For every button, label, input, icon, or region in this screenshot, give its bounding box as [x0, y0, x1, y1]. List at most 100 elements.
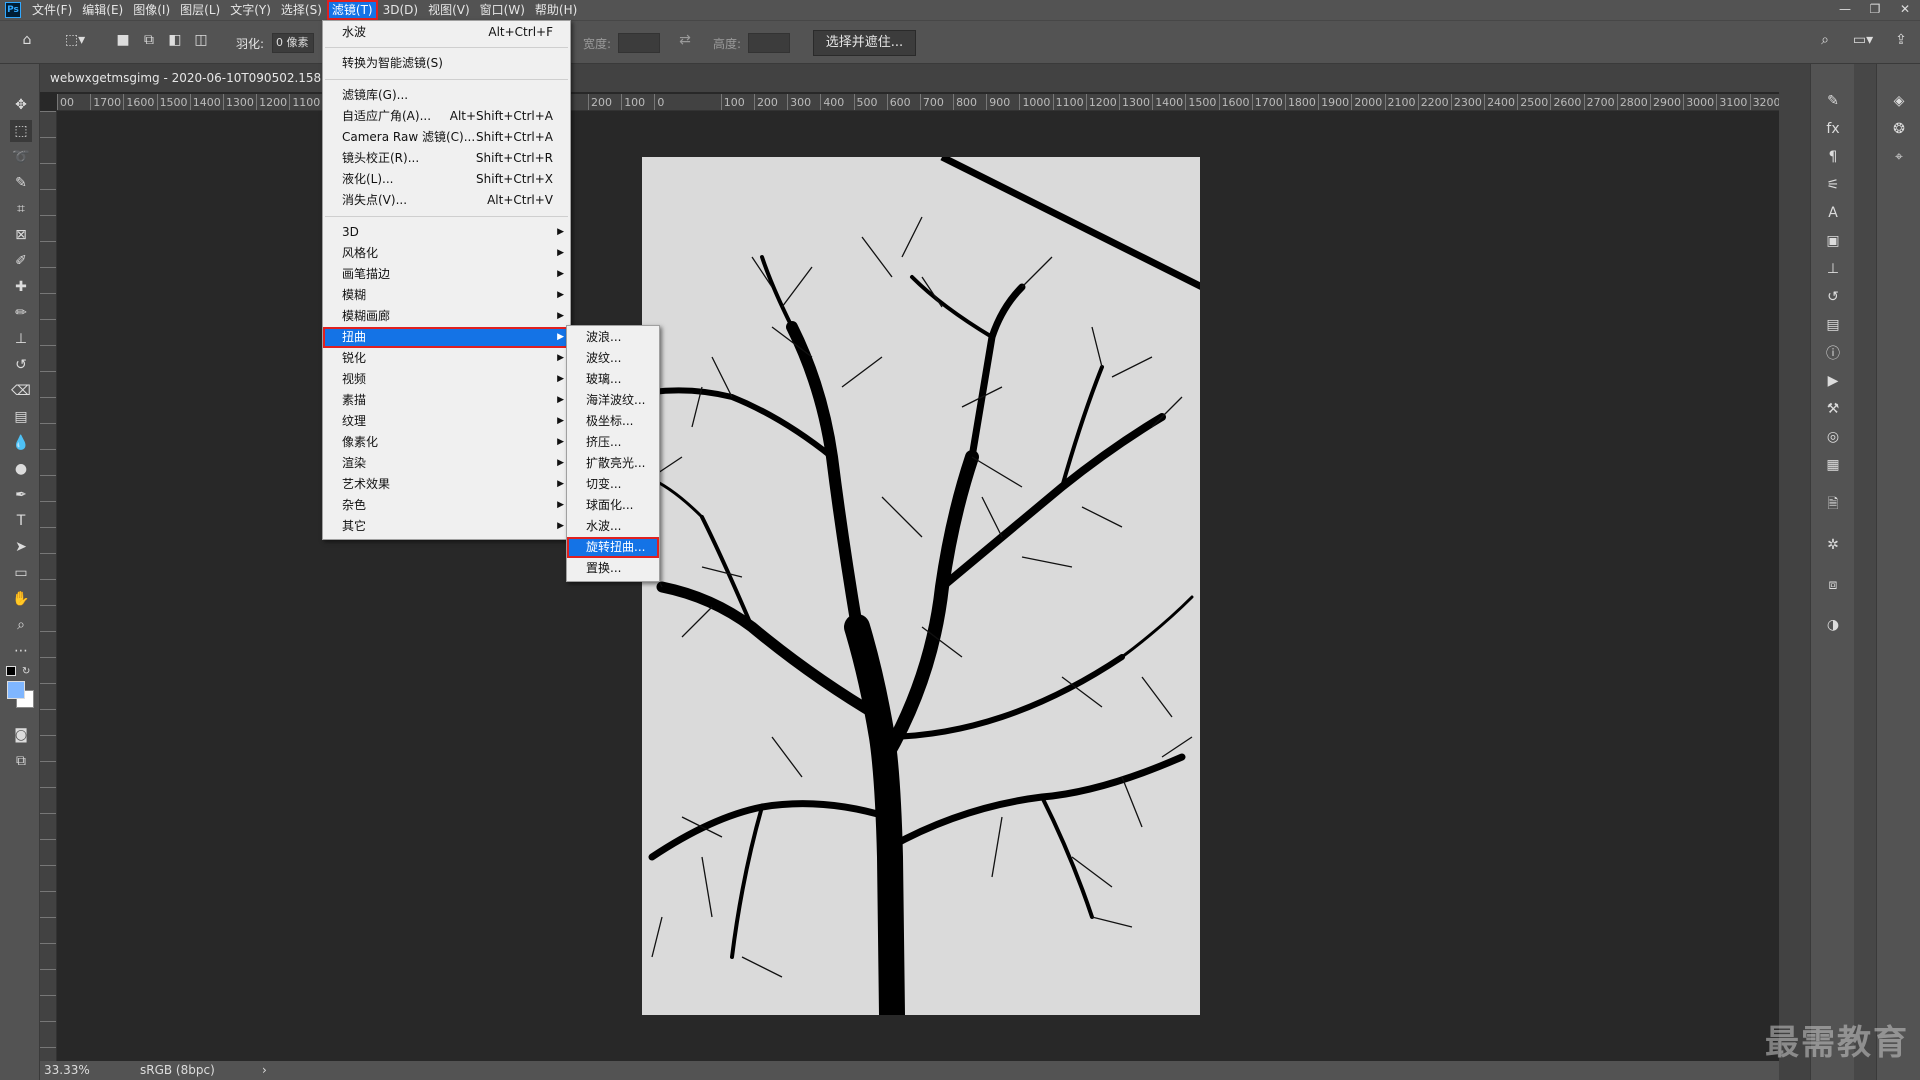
distort-glass[interactable]: 玻璃... [567, 369, 659, 390]
brush-tool-icon[interactable]: ✏ [10, 302, 32, 324]
width-field[interactable] [618, 33, 660, 53]
type-tool-icon[interactable]: T [10, 510, 32, 532]
menu-3d[interactable]: 3D(D) [378, 0, 423, 20]
menu-help[interactable]: 帮助(H) [530, 0, 582, 20]
quick-mask-icon[interactable]: ◙ [10, 724, 32, 746]
blur-tool-icon[interactable]: 💧 [10, 432, 32, 454]
select-and-mask-button[interactable]: 选择并遮住... [813, 30, 916, 56]
zoom-level[interactable]: 33.33% [44, 1061, 90, 1080]
swap-colors-icon[interactable]: ↻ [22, 666, 30, 677]
filter-render[interactable]: 渲染 ▶ [323, 453, 570, 474]
swatches-grid-icon[interactable]: ▦ [1822, 454, 1844, 476]
more-tools-icon[interactable]: ⋯ [10, 640, 32, 662]
menu-window[interactable]: 窗口(W) [475, 0, 530, 20]
path-select-tool-icon[interactable]: ➤ [10, 536, 32, 558]
distort-pinch[interactable]: 挤压... [567, 432, 659, 453]
minimize-button[interactable]: — [1830, 0, 1860, 20]
menu-filter[interactable]: 滤镜(T) [326, 0, 378, 20]
filter-artistic[interactable]: 艺术效果 ▶ [323, 474, 570, 495]
filter-pixelate[interactable]: 像素化 ▶ [323, 432, 570, 453]
distort-twirl[interactable]: 旋转扭曲... [567, 537, 659, 558]
filter-sharpen[interactable]: 锐化 ▶ [323, 348, 570, 369]
history-icon[interactable]: ↺ [1822, 286, 1844, 308]
filter-adaptive-wide-angle[interactable]: 自适应广角(A)... Alt+Shift+Ctrl+A [323, 106, 570, 127]
notes-icon[interactable]: 🗎 [1822, 494, 1844, 516]
hand-tool-icon[interactable]: ✋ [10, 588, 32, 610]
tool-presets-icon[interactable]: ⚒ [1822, 398, 1844, 420]
dodge-tool-icon[interactable]: ● [10, 458, 32, 480]
share-icon[interactable]: ⇪ [1892, 31, 1910, 49]
default-colors-icon[interactable] [6, 666, 16, 676]
zoom-tool-icon[interactable]: ⌕ [10, 614, 32, 636]
filter-sketch[interactable]: 素描 ▶ [323, 390, 570, 411]
filter-blur-gallery[interactable]: 模糊画廊 ▶ [323, 306, 570, 327]
feather-field[interactable]: 0 像素 [272, 33, 314, 53]
filter-brush-strokes[interactable]: 画笔描边 ▶ [323, 264, 570, 285]
filter-stylize[interactable]: 风格化 ▶ [323, 243, 570, 264]
menu-type[interactable]: 文字(Y) [225, 0, 276, 20]
channels-icon[interactable]: ❂ [1888, 118, 1910, 140]
menu-select[interactable]: 选择(S) [276, 0, 327, 20]
distort-shear[interactable]: 切变... [567, 474, 659, 495]
move-tool-icon[interactable]: ✥ [10, 94, 32, 116]
filter-video[interactable]: 视频 ▶ [323, 369, 570, 390]
brush-settings-icon[interactable]: ✎ [1822, 90, 1844, 112]
distort-polar-coordinates[interactable]: 极坐标... [567, 411, 659, 432]
gradient-tool-icon[interactable]: ▤ [10, 406, 32, 428]
3d-panel-icon[interactable]: ◎ [1822, 426, 1844, 448]
filter-convert-smart[interactable]: 转换为智能滤镜(S) [323, 53, 570, 74]
menu-view[interactable]: 视图(V) [423, 0, 475, 20]
menu-image[interactable]: 图像(I) [128, 0, 175, 20]
new-selection-icon[interactable]: ■ [114, 31, 132, 49]
height-field[interactable] [748, 33, 790, 53]
filter-texture[interactable]: 纹理 ▶ [323, 411, 570, 432]
filter-liquify[interactable]: 液化(L)... Shift+Ctrl+X [323, 169, 570, 190]
healing-brush-tool-icon[interactable]: ✚ [10, 276, 32, 298]
actions-play-icon[interactable]: ▶ [1822, 370, 1844, 392]
swap-icon[interactable]: ⇄ [676, 31, 694, 49]
document-tab[interactable]: webwxgetmsgimg - 2020-06-10T090502.158.j… [40, 64, 1810, 92]
distort-ripple[interactable]: 波纹... [567, 348, 659, 369]
foreground-color-swatch[interactable] [7, 681, 25, 699]
filter-camera-raw[interactable]: Camera Raw 滤镜(C)... Shift+Ctrl+A [323, 127, 570, 148]
eyedropper-tool-icon[interactable]: ✐ [10, 250, 32, 272]
filter-lens-correction[interactable]: 镜头校正(R)... Shift+Ctrl+R [323, 148, 570, 169]
filter-other[interactable]: 其它 ▶ [323, 516, 570, 537]
color-icon[interactable]: ◑ [1822, 614, 1844, 636]
menu-edit[interactable]: 编辑(E) [77, 0, 128, 20]
filter-last-water-wave[interactable]: 水波 Alt+Ctrl+F [323, 22, 570, 43]
subtract-selection-icon[interactable]: ◧ [166, 31, 184, 49]
info-icon[interactable]: ⓘ [1822, 342, 1844, 364]
filter-vanishing-point[interactable]: 消失点(V)... Alt+Ctrl+V [323, 190, 570, 211]
navigator-icon[interactable]: ⧈ [1822, 574, 1844, 596]
filter-distort[interactable]: 扭曲 ▶ [323, 327, 570, 348]
distort-displace[interactable]: 置换... [567, 558, 659, 579]
intersect-selection-icon[interactable]: ◫ [192, 31, 210, 49]
adjustments-icon[interactable]: ⚟ [1822, 174, 1844, 196]
menu-file[interactable]: 文件(F) [27, 0, 77, 20]
crop-tool-icon[interactable]: ⌗ [10, 198, 32, 220]
close-button[interactable]: ✕ [1890, 0, 1920, 20]
layer-style-icon[interactable]: fx [1822, 118, 1844, 140]
paths-icon[interactable]: ⌖ [1888, 146, 1910, 168]
libraries-icon[interactable]: ▤ [1822, 314, 1844, 336]
clone-source-icon[interactable]: ⊥ [1822, 258, 1844, 280]
history-brush-tool-icon[interactable]: ↺ [10, 354, 32, 376]
rectangle-tool-icon[interactable]: ▭ [10, 562, 32, 584]
menu-layer[interactable]: 图层(L) [175, 0, 225, 20]
screen-mode-icon[interactable]: ⧉ [10, 750, 32, 772]
marquee-preset-icon[interactable]: ⬚▾ [60, 31, 90, 49]
paragraph-icon[interactable]: ¶ [1822, 146, 1844, 168]
home-icon[interactable]: ⌂ [18, 31, 36, 49]
lasso-tool-icon[interactable]: ➰ [10, 146, 32, 168]
timeline-icon[interactable]: ✲ [1822, 534, 1844, 556]
filter-gallery[interactable]: 滤镜库(G)... [323, 85, 570, 106]
restore-button[interactable]: ❐ [1860, 0, 1890, 20]
eraser-tool-icon[interactable]: ⌫ [10, 380, 32, 402]
workspace-icon[interactable]: ▭▾ [1848, 31, 1878, 49]
layers-icon[interactable]: ◈ [1888, 90, 1910, 112]
status-menu-arrow[interactable]: › [262, 1061, 267, 1080]
properties-icon[interactable]: ▣ [1822, 230, 1844, 252]
filter-3d[interactable]: 3D ▶ [323, 222, 570, 243]
clone-stamp-tool-icon[interactable]: ⊥ [10, 328, 32, 350]
